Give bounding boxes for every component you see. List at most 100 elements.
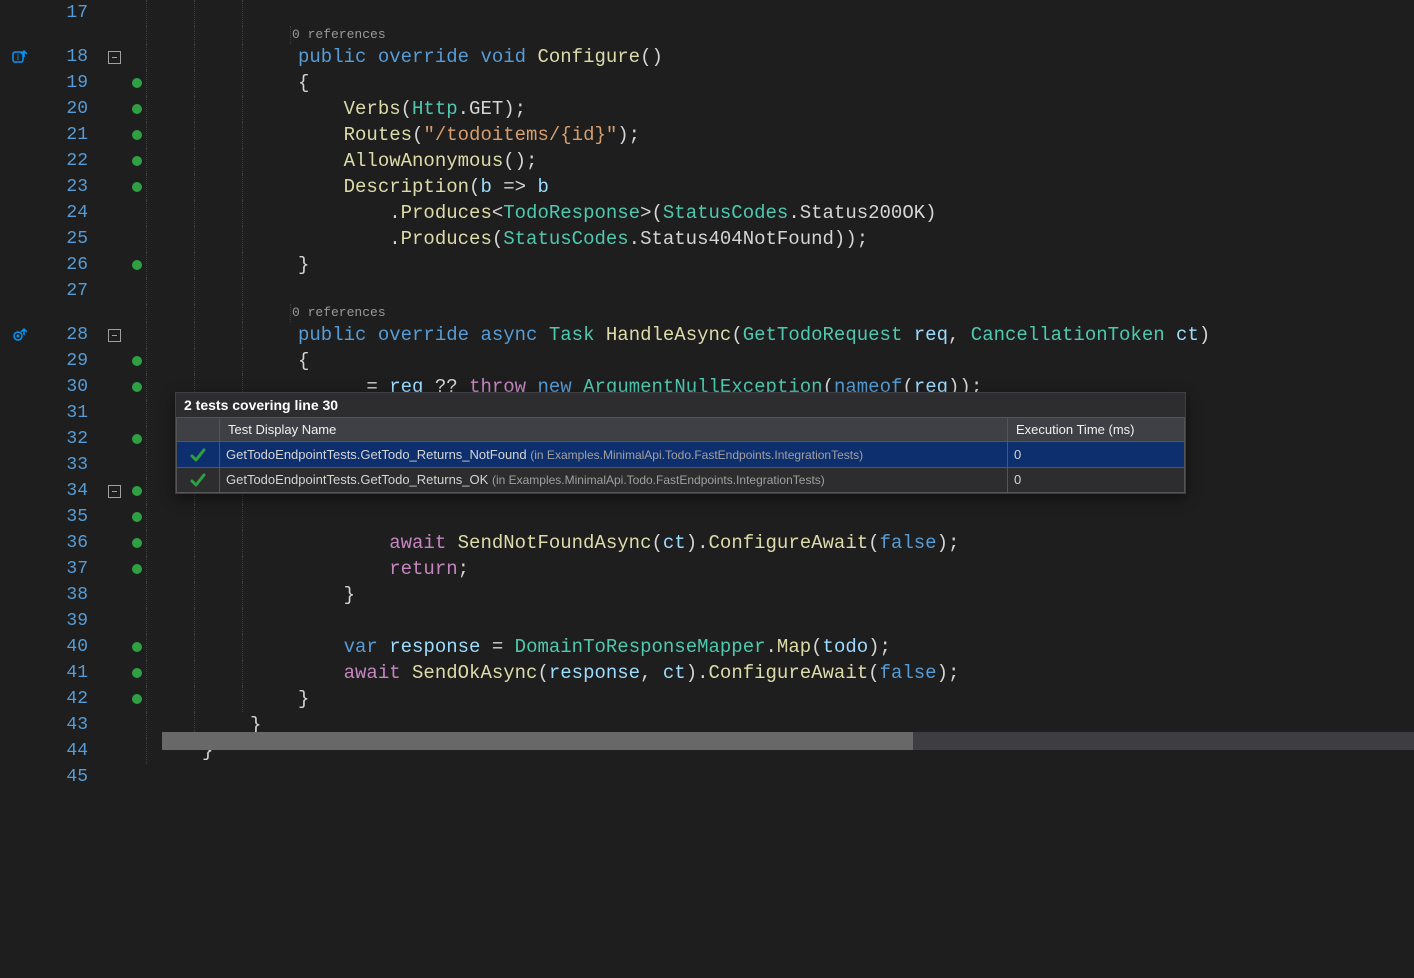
code-text[interactable]: { xyxy=(146,70,1414,96)
fold-gutter[interactable] xyxy=(100,374,128,400)
coverage-indicator[interactable] xyxy=(128,322,146,348)
fold-gutter[interactable] xyxy=(100,738,128,764)
fold-gutter[interactable] xyxy=(100,252,128,278)
coverage-indicator[interactable] xyxy=(128,608,146,634)
coverage-indicator[interactable] xyxy=(128,426,146,452)
coverage-indicator[interactable] xyxy=(128,148,146,174)
fold-gutter[interactable] xyxy=(100,122,128,148)
coverage-indicator[interactable] xyxy=(128,0,146,26)
code-line-41[interactable]: 41 await SendOkAsync(response, ct).Confi… xyxy=(0,660,1414,686)
fold-gutter[interactable] xyxy=(100,322,128,348)
override-glyph-icon[interactable] xyxy=(0,322,40,348)
margin-glyph[interactable] xyxy=(0,278,40,304)
fold-gutter[interactable] xyxy=(100,400,128,426)
horizontal-scrollbar[interactable] xyxy=(162,732,1414,750)
fold-gutter[interactable] xyxy=(100,634,128,660)
coverage-indicator[interactable] xyxy=(128,556,146,582)
coverage-indicator[interactable] xyxy=(128,278,146,304)
column-header-name[interactable]: Test Display Name xyxy=(220,418,1008,442)
coverage-indicator[interactable] xyxy=(128,400,146,426)
code-line-27[interactable]: 27 xyxy=(0,278,1414,304)
codelens[interactable]: 0 references xyxy=(0,304,1414,322)
margin-glyph[interactable] xyxy=(0,70,40,96)
fold-gutter[interactable] xyxy=(100,200,128,226)
code-line-37[interactable]: 37 return; xyxy=(0,556,1414,582)
column-header-time[interactable]: Execution Time (ms) xyxy=(1008,418,1185,442)
margin-glyph[interactable] xyxy=(0,426,40,452)
code-line-28[interactable]: 28public override async Task HandleAsync… xyxy=(0,322,1414,348)
codelens[interactable]: 0 references xyxy=(0,26,1414,44)
code-text[interactable]: AllowAnonymous(); xyxy=(146,148,1414,174)
code-line-25[interactable]: 25 .Produces(StatusCodes.Status404NotFou… xyxy=(0,226,1414,252)
coverage-indicator[interactable] xyxy=(128,252,146,278)
interface-glyph-icon[interactable]: I xyxy=(0,44,40,70)
coverage-indicator[interactable] xyxy=(128,738,146,764)
code-line-42[interactable]: 42} xyxy=(0,686,1414,712)
fold-gutter[interactable] xyxy=(100,686,128,712)
margin-glyph[interactable] xyxy=(0,148,40,174)
margin-glyph[interactable] xyxy=(0,400,40,426)
margin-glyph[interactable] xyxy=(0,764,40,790)
code-text[interactable]: return; xyxy=(146,556,1414,582)
fold-gutter[interactable] xyxy=(100,174,128,200)
code-text[interactable]: } xyxy=(146,686,1414,712)
margin-glyph[interactable] xyxy=(0,686,40,712)
margin-glyph[interactable] xyxy=(0,452,40,478)
code-text[interactable]: var response = DomainToResponseMapper.Ma… xyxy=(146,634,1414,660)
margin-glyph[interactable] xyxy=(0,582,40,608)
fold-gutter[interactable] xyxy=(100,478,128,504)
margin-glyph[interactable] xyxy=(0,0,40,26)
coverage-indicator[interactable] xyxy=(128,348,146,374)
margin-glyph[interactable] xyxy=(0,174,40,200)
margin-glyph[interactable] xyxy=(0,122,40,148)
code-text[interactable]: .Produces(StatusCodes.Status404NotFound)… xyxy=(146,226,1414,252)
code-text[interactable]: public override async Task HandleAsync(G… xyxy=(146,322,1414,348)
code-text[interactable]: Routes("/todoitems/{id}"); xyxy=(146,122,1414,148)
test-result-row[interactable]: GetTodoEndpointTests.GetTodo_Returns_OK … xyxy=(177,467,1185,493)
code-line-24[interactable]: 24 .Produces<TodoResponse>(StatusCodes.S… xyxy=(0,200,1414,226)
code-line-23[interactable]: 23 Description(b => b xyxy=(0,174,1414,200)
coverage-indicator[interactable] xyxy=(128,226,146,252)
margin-glyph[interactable] xyxy=(0,712,40,738)
fold-gutter[interactable] xyxy=(100,0,128,26)
column-header-status[interactable] xyxy=(177,418,220,442)
fold-gutter[interactable] xyxy=(100,608,128,634)
code-line-38[interactable]: 38 } xyxy=(0,582,1414,608)
margin-glyph[interactable] xyxy=(0,738,40,764)
coverage-indicator[interactable] xyxy=(128,686,146,712)
fold-gutter[interactable] xyxy=(100,582,128,608)
coverage-indicator[interactable] xyxy=(128,452,146,478)
code-text[interactable]: public override void Configure() xyxy=(146,44,1414,70)
scrollbar-track[interactable] xyxy=(162,732,1414,750)
code-line-17[interactable]: 17 xyxy=(0,0,1414,26)
code-text[interactable]: .Produces<TodoResponse>(StatusCodes.Stat… xyxy=(146,200,1414,226)
margin-glyph[interactable] xyxy=(0,530,40,556)
fold-gutter[interactable] xyxy=(100,556,128,582)
coverage-indicator[interactable] xyxy=(128,582,146,608)
code-line-19[interactable]: 19{ xyxy=(0,70,1414,96)
coverage-indicator[interactable] xyxy=(128,200,146,226)
coverage-indicator[interactable] xyxy=(128,504,146,530)
margin-glyph[interactable] xyxy=(0,226,40,252)
code-editor[interactable]: 170 referencesI18public override void Co… xyxy=(0,0,1414,978)
margin-glyph[interactable] xyxy=(0,200,40,226)
code-line-18[interactable]: I18public override void Configure() xyxy=(0,44,1414,70)
fold-gutter[interactable] xyxy=(100,226,128,252)
code-line-40[interactable]: 40 var response = DomainToResponseMapper… xyxy=(0,634,1414,660)
fold-gutter[interactable] xyxy=(100,712,128,738)
margin-glyph[interactable] xyxy=(0,608,40,634)
margin-glyph[interactable] xyxy=(0,660,40,686)
code-line-22[interactable]: 22 AllowAnonymous(); xyxy=(0,148,1414,174)
margin-glyph[interactable] xyxy=(0,252,40,278)
fold-gutter[interactable] xyxy=(100,148,128,174)
fold-gutter[interactable] xyxy=(100,96,128,122)
code-line-20[interactable]: 20 Verbs(Http.GET); xyxy=(0,96,1414,122)
fold-gutter[interactable] xyxy=(100,530,128,556)
code-text[interactable]: } xyxy=(146,252,1414,278)
coverage-indicator[interactable] xyxy=(128,530,146,556)
fold-gutter[interactable] xyxy=(100,764,128,790)
code-line-29[interactable]: 29{ xyxy=(0,348,1414,374)
margin-glyph[interactable] xyxy=(0,556,40,582)
code-line-45[interactable]: 45 xyxy=(0,764,1414,790)
code-line-26[interactable]: 26} xyxy=(0,252,1414,278)
